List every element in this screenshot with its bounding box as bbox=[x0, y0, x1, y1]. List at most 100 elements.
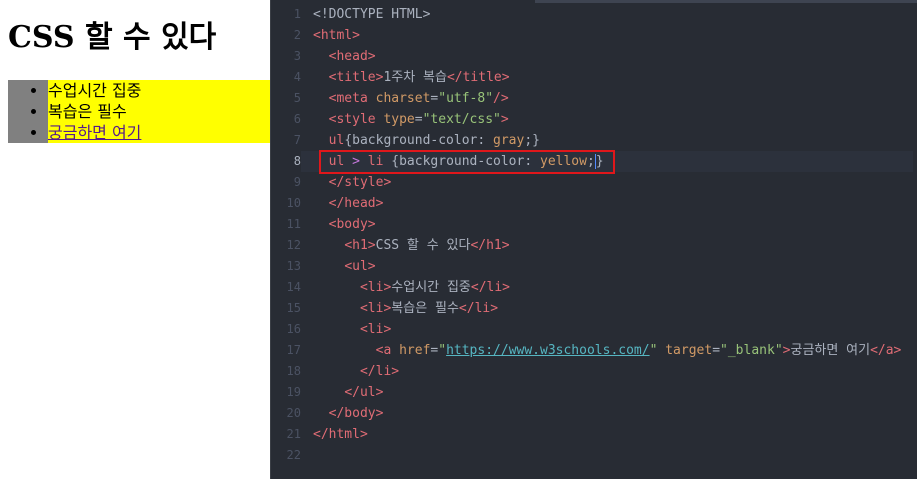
code-line[interactable]: <title>1주차 복습</title> bbox=[313, 67, 913, 88]
line-number: 7 bbox=[293, 133, 301, 147]
meta-tag: <meta bbox=[328, 91, 376, 106]
semicolon: ; bbox=[586, 154, 595, 169]
line-number: 21 bbox=[286, 427, 301, 441]
css-value: gray bbox=[493, 133, 525, 148]
style-close-tag: </style> bbox=[328, 175, 392, 190]
w3schools-link[interactable]: 궁금하면 여기 bbox=[48, 123, 141, 142]
type-attr: type bbox=[383, 112, 415, 127]
brace: { bbox=[391, 154, 400, 169]
a-open-tag: <a bbox=[375, 343, 400, 358]
meta-close: /> bbox=[493, 91, 509, 106]
line-number: 6 bbox=[293, 112, 301, 126]
line-number: 10 bbox=[286, 196, 301, 210]
target-attr: target bbox=[665, 343, 713, 358]
code-line[interactable]: <a href="https://www.w3schools.com/" tar… bbox=[313, 340, 913, 361]
code-line-active[interactable]: ul > li {background-color: yellow;} bbox=[301, 151, 913, 172]
list-item: 수업시간 집중 bbox=[48, 80, 270, 101]
brace: ;} bbox=[524, 133, 540, 148]
screen: CSS 할 수 있다 수업시간 집중 복습은 필수 궁금하면 여기 1 2 3 … bbox=[0, 0, 917, 479]
a-close-tag: </a> bbox=[870, 343, 902, 358]
list-item: 복습은 필수 bbox=[48, 101, 270, 122]
code-line[interactable]: <li>복습은 필수</li> bbox=[313, 298, 913, 319]
css-selector: ul bbox=[328, 154, 345, 169]
html-open-tag: <html> bbox=[313, 28, 360, 43]
body-close-tag: </body> bbox=[328, 406, 384, 421]
line-number: 4 bbox=[293, 70, 301, 84]
css-selector: li bbox=[367, 154, 384, 169]
href-attr: href bbox=[399, 343, 431, 358]
line-number: 16 bbox=[286, 322, 301, 336]
list-item: 궁금하면 여기 bbox=[48, 122, 270, 143]
code-line[interactable]: <h1>CSS 할 수 있다</h1> bbox=[313, 235, 913, 256]
ul-open-tag: <ul> bbox=[344, 259, 376, 274]
li-open-tag: <li> bbox=[359, 322, 392, 337]
css-property: background-color bbox=[399, 154, 525, 169]
code-line[interactable]: <meta charset="utf-8"/> bbox=[313, 88, 913, 109]
line-number: 17 bbox=[286, 343, 301, 357]
code-line[interactable]: </head> bbox=[313, 193, 913, 214]
code-line[interactable]: </html> bbox=[313, 424, 913, 445]
equals-sign: = bbox=[712, 343, 721, 358]
body-open-tag: <body> bbox=[328, 217, 376, 232]
code-line[interactable]: </li> bbox=[313, 361, 913, 382]
colon: : bbox=[477, 133, 494, 148]
style-open-close: > bbox=[500, 112, 509, 127]
li-open-tag: <li> bbox=[359, 301, 392, 316]
code-editor[interactable]: 1 2 3 4 5 6 7 8 9 10 11 12 13 14 15 16 1… bbox=[270, 0, 917, 479]
css-value: yellow bbox=[540, 154, 587, 169]
code-line[interactable]: <head> bbox=[313, 46, 913, 67]
li-close-tag: </li> bbox=[359, 364, 400, 379]
li-text: 복습은 필수 bbox=[391, 301, 459, 316]
line-number: 15 bbox=[286, 301, 301, 315]
code-line[interactable]: <ul> bbox=[313, 256, 913, 277]
li-text: 수업시간 집중 bbox=[391, 280, 471, 295]
head-close-tag: </head> bbox=[328, 196, 384, 211]
charset-attr: charset bbox=[375, 91, 431, 106]
equals-sign: = bbox=[414, 112, 423, 127]
ul-close-tag: </ul> bbox=[344, 385, 384, 400]
target-value: "_blank" bbox=[720, 343, 783, 358]
css-selector: ul bbox=[328, 133, 345, 148]
code-line[interactable]: </body> bbox=[313, 403, 913, 424]
type-value: "text/css" bbox=[422, 112, 501, 127]
style-open-tag: <style bbox=[328, 112, 384, 127]
line-number: 22 bbox=[286, 448, 301, 462]
h1-text: CSS 할 수 있다 bbox=[375, 238, 471, 253]
line-number: 13 bbox=[286, 259, 301, 273]
code-line[interactable]: <!DOCTYPE HTML> bbox=[313, 4, 913, 25]
line-number: 2 bbox=[293, 28, 301, 42]
doctype: <!DOCTYPE HTML> bbox=[313, 7, 431, 22]
code-area[interactable]: <!DOCTYPE HTML> <html> <head> <title>1주차… bbox=[301, 4, 913, 466]
line-number: 20 bbox=[286, 406, 301, 420]
browser-preview: CSS 할 수 있다 수업시간 집중 복습은 필수 궁금하면 여기 bbox=[0, 0, 270, 479]
code-line[interactable]: <li>수업시간 집중</li> bbox=[313, 277, 913, 298]
editor-tab-bar bbox=[535, 0, 917, 3]
code-line[interactable]: <li> bbox=[313, 319, 913, 340]
line-number: 18 bbox=[286, 364, 301, 378]
line-number: 14 bbox=[286, 280, 301, 294]
head-open-tag: <head> bbox=[328, 49, 376, 64]
li-close-tag: </li> bbox=[470, 280, 511, 295]
code-line[interactable]: <body> bbox=[313, 214, 913, 235]
brace: } bbox=[595, 154, 604, 169]
child-combinator: > bbox=[344, 154, 368, 169]
line-number: 1 bbox=[293, 7, 301, 21]
html-close-tag: </html> bbox=[313, 427, 368, 442]
line-number: 19 bbox=[286, 385, 301, 399]
code-line[interactable]: </ul> bbox=[313, 382, 913, 403]
line-number: 9 bbox=[293, 175, 301, 189]
css-property: background-color bbox=[352, 133, 478, 148]
code-line[interactable]: </style> bbox=[313, 172, 913, 193]
line-number-active: 8 bbox=[293, 154, 301, 168]
code-line[interactable]: <html> bbox=[313, 25, 913, 46]
line-number: 5 bbox=[293, 91, 301, 105]
line-number: 11 bbox=[286, 217, 301, 231]
a-text: 궁금하면 여기 bbox=[790, 343, 871, 358]
code-line[interactable]: <style type="text/css"> bbox=[313, 109, 913, 130]
code-line[interactable]: ul{background-color: gray;} bbox=[313, 130, 913, 151]
title-text: 1주차 복습 bbox=[383, 70, 447, 85]
code-line[interactable] bbox=[313, 445, 913, 466]
href-url-link[interactable]: https://www.w3schools.com/ bbox=[446, 343, 650, 358]
line-number: 3 bbox=[293, 49, 301, 63]
line-number-gutter: 1 2 3 4 5 6 7 8 9 10 11 12 13 14 15 16 1… bbox=[271, 4, 301, 466]
